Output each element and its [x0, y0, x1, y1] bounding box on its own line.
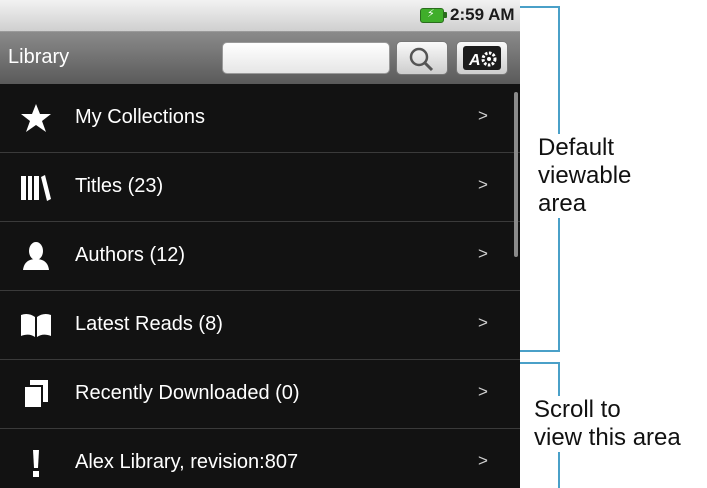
bracket-lower-tick: [520, 362, 560, 364]
books-icon: [21, 175, 51, 201]
note-line: viewable: [538, 162, 632, 189]
list-item-my-collections[interactable]: My Collections >: [0, 84, 520, 153]
list-item-label: Authors (12): [75, 244, 186, 266]
list-item-authors[interactable]: Authors (12) >: [0, 222, 520, 291]
list-item-titles[interactable]: Titles (23) >: [0, 153, 520, 222]
device-screen: ⚡ 2:59 AM Library A My Collections > Tit…: [0, 0, 520, 488]
list-item-label: Titles (23): [75, 175, 164, 197]
list-item-alex-library[interactable]: Alex Library, revision:807 >: [0, 429, 520, 488]
chevron-right-icon: >: [478, 313, 488, 332]
bracket-middle-tick: [520, 350, 560, 352]
title-bar: Library A: [0, 32, 520, 85]
page-title: Library: [8, 46, 70, 68]
list-item-label: My Collections: [75, 106, 206, 128]
list-item-label: Recently Downloaded (0): [75, 382, 300, 404]
note-line: area: [538, 190, 587, 217]
search-button[interactable]: [396, 41, 448, 75]
chevron-right-icon: >: [478, 175, 488, 194]
bracket-top-tick: [520, 6, 560, 8]
library-menu-list: My Collections > Titles (23) > Authors (…: [0, 84, 520, 488]
note-line: Scroll to: [534, 396, 621, 423]
person-icon: [23, 242, 49, 270]
list-item-label: Latest Reads (8): [75, 313, 223, 335]
svg-text:A: A: [468, 52, 481, 69]
battery-charging-icon: ⚡: [420, 8, 447, 23]
star-icon: [21, 104, 51, 132]
settings-button[interactable]: A: [456, 41, 508, 75]
status-time: 2:59 AM: [450, 5, 515, 24]
note-line: view this area: [534, 424, 681, 451]
list-item-recently-downloaded[interactable]: Recently Downloaded (0) >: [0, 360, 520, 429]
search-icon: [409, 47, 434, 72]
exclamation-icon: [33, 450, 39, 477]
chevron-right-icon: >: [478, 382, 488, 401]
search-input[interactable]: [222, 42, 390, 74]
chevron-right-icon: >: [478, 106, 488, 125]
list-item-latest-reads[interactable]: Latest Reads (8) >: [0, 291, 520, 360]
open-book-icon: [21, 313, 51, 337]
scrollbar[interactable]: [514, 92, 518, 257]
scroll-area-note: Scroll to view this area: [532, 396, 683, 452]
chevron-right-icon: >: [478, 451, 488, 470]
note-line: Default: [538, 134, 615, 161]
chevron-right-icon: >: [478, 244, 488, 263]
stacked-pages-icon: [23, 380, 48, 409]
list-item-label: Alex Library, revision:807: [75, 451, 299, 473]
settings-icon: A: [468, 51, 497, 69]
status-bar: ⚡ 2:59 AM: [0, 0, 520, 32]
default-viewable-area-note: Default viewable area: [536, 134, 634, 218]
